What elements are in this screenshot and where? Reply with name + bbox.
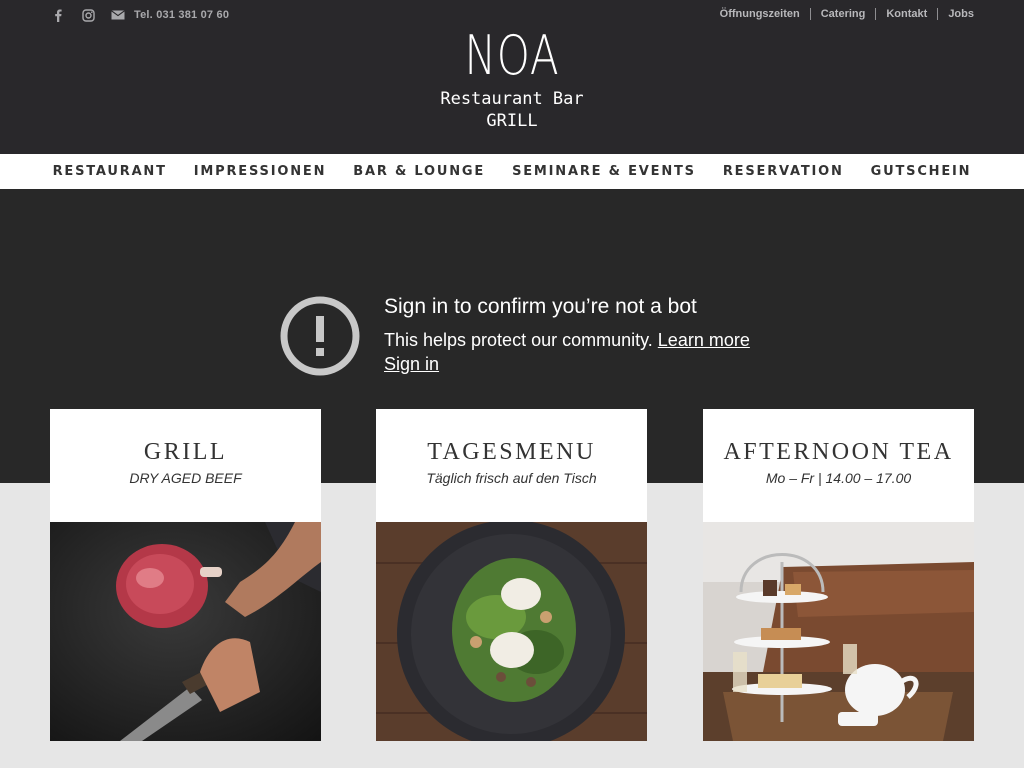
facebook-icon[interactable] — [50, 7, 66, 23]
logo-name: NOA — [464, 24, 560, 87]
link-kontakt[interactable]: Kontakt — [875, 8, 937, 20]
phone-number[interactable]: Tel. 031 381 07 60 — [134, 9, 229, 21]
link-jobs[interactable]: Jobs — [937, 8, 974, 20]
nav-item-reservation[interactable]: RESERVATION — [723, 164, 844, 179]
card-afternoon-tea[interactable]: AFTERNOON TEA Mo – Fr | 14.00 – 17.00 — [703, 409, 974, 741]
logo-line2: Restaurant Bar — [440, 89, 584, 109]
link-oeffnungszeiten[interactable]: Öffnungszeiten — [710, 8, 810, 20]
learn-more-link[interactable]: Learn more — [658, 330, 750, 350]
steak-image — [50, 522, 321, 741]
logo-line3: GRILL — [486, 111, 538, 131]
salad-image — [376, 522, 647, 741]
nav-item-seminare-events[interactable]: SEMINARE & EVENTS — [512, 164, 696, 179]
tea-image — [703, 522, 974, 741]
nav-item-impressionen[interactable]: IMPRESSIONEN — [194, 164, 326, 179]
site-logo[interactable]: NOA Restaurant Bar GRILL — [412, 26, 612, 132]
alert-icon — [280, 296, 360, 376]
card-title: TAGESMENU — [427, 439, 596, 465]
card-subtitle: DRY AGED BEEF — [129, 470, 242, 486]
video-notice-title: Sign in to confirm you’re not a bot — [384, 295, 697, 318]
card-tagesmenu[interactable]: TAGESMENU Täglich frisch auf den Tisch — [376, 409, 647, 741]
nav-item-gutschein[interactable]: GUTSCHEIN — [871, 164, 972, 179]
sign-in-link[interactable]: Sign in — [384, 354, 439, 375]
video-notice-text: This helps protect our community. Learn … — [384, 330, 750, 351]
card-subtitle: Täglich frisch auf den Tisch — [426, 470, 597, 486]
mail-icon[interactable] — [110, 7, 126, 23]
card-grill[interactable]: GRILL DRY AGED BEEF — [50, 409, 321, 741]
nav-item-restaurant[interactable]: RESTAURANT — [53, 164, 167, 179]
card-title: AFTERNOON TEA — [723, 439, 954, 465]
topbar-contact: Tel. 031 381 07 60 — [50, 7, 229, 23]
topbar-links: Öffnungszeiten Catering Kontakt Jobs — [710, 8, 974, 20]
instagram-icon[interactable] — [80, 7, 96, 23]
card-subtitle: Mo – Fr | 14.00 – 17.00 — [765, 470, 912, 486]
nav-item-bar-lounge[interactable]: BAR & LOUNGE — [353, 164, 485, 179]
site-header: Tel. 031 381 07 60 Öffnungszeiten Cateri… — [0, 0, 1024, 154]
main-nav: RESTAURANT IMPRESSIONEN BAR & LOUNGE SEM… — [0, 154, 1024, 189]
link-catering[interactable]: Catering — [809, 8, 876, 20]
card-title: GRILL — [143, 439, 228, 465]
video-notice-body: This helps protect our community. — [384, 330, 653, 350]
